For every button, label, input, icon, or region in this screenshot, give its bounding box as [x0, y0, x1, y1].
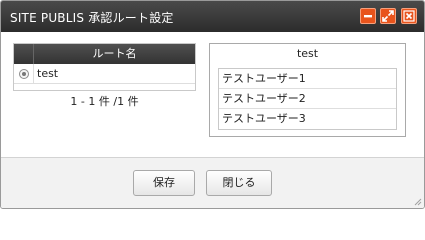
- row-select-cell[interactable]: [14, 64, 34, 84]
- close-button[interactable]: 閉じる: [206, 170, 272, 196]
- user-list: テストユーザー1 テストユーザー2 テストユーザー3: [218, 68, 397, 130]
- list-item: テストユーザー3: [222, 112, 306, 125]
- window-title: SITE PUBLIS 承認ルート設定: [10, 11, 174, 25]
- close-window-button[interactable]: [401, 8, 417, 24]
- minimize-icon: [364, 15, 372, 18]
- route-table: ルート名 test: [13, 43, 196, 91]
- select-column-header: [14, 44, 34, 64]
- route-table-header: ルート名: [14, 44, 195, 64]
- approval-route-dialog: SITE PUBLIS 承認ルート設定 ルート名 test 1 - 1 件 /1…: [0, 0, 425, 209]
- route-detail-panel: test テストユーザー1 テストユーザー2 テストユーザー3: [209, 43, 406, 137]
- maximize-icon: [382, 10, 394, 22]
- save-button[interactable]: 保存: [133, 170, 195, 196]
- title-bar[interactable]: SITE PUBLIS 承認ルート設定: [1, 1, 424, 32]
- route-detail-title: test: [296, 47, 319, 60]
- dialog-content: ルート名 test 1 - 1 件 /1 件 test テストユーザー1 テスト…: [1, 32, 424, 157]
- pager-summary: 1 - 1 件 /1 件: [70, 95, 139, 108]
- maximize-button[interactable]: [380, 8, 396, 24]
- route-name-column-header[interactable]: ルート名: [34, 44, 195, 64]
- route-radio-button[interactable]: [19, 69, 29, 79]
- list-item: テストユーザー2: [219, 89, 396, 109]
- table-row[interactable]: test: [14, 64, 195, 84]
- resize-grip-icon[interactable]: [412, 196, 422, 206]
- list-item: テストユーザー1: [219, 69, 396, 89]
- minimize-button[interactable]: [360, 8, 376, 24]
- route-name-cell: test: [37, 67, 59, 80]
- close-icon: [403, 10, 415, 22]
- dialog-footer: 保存 閉じる: [1, 157, 424, 208]
